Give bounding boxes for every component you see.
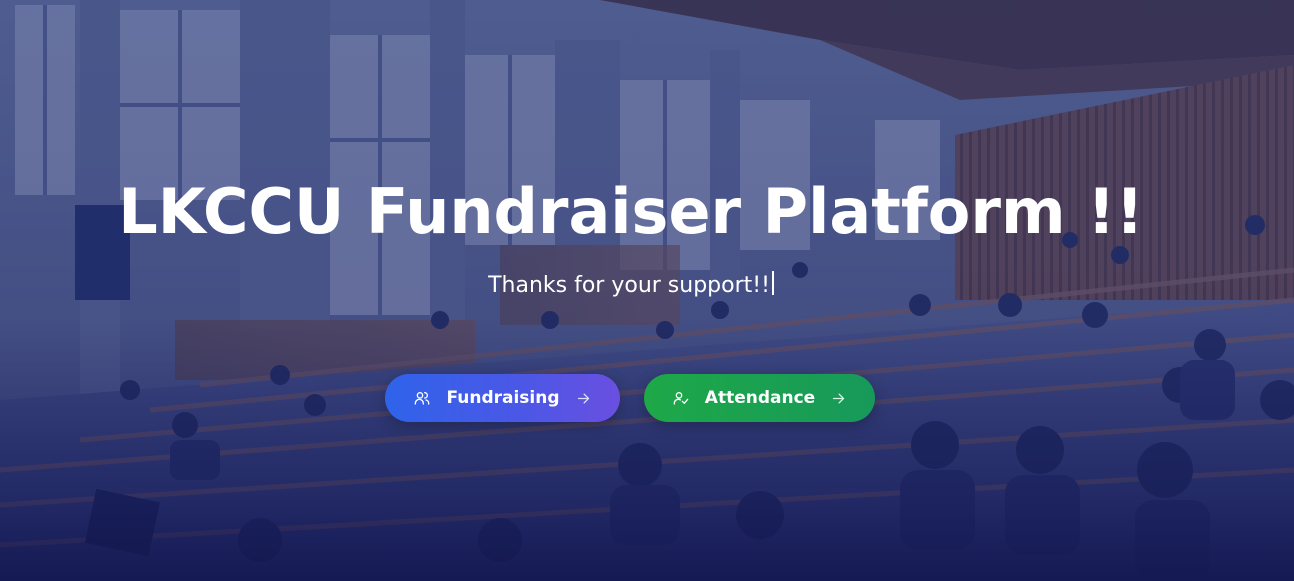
typing-cursor <box>771 271 774 295</box>
users-icon <box>414 390 430 406</box>
attendance-button[interactable]: Attendance <box>644 374 875 422</box>
fundraising-button[interactable]: Fundraising <box>385 374 620 422</box>
hero-content: LKCCU Fundraiser Platform !! Thanks for … <box>0 0 1294 581</box>
hero-subtitle: Thanks for your support!! <box>0 270 1262 302</box>
arrow-right-icon <box>576 391 591 406</box>
hero-section: LKCCU Fundraiser Platform !! Thanks for … <box>0 0 1294 581</box>
attendance-button-label: Attendance <box>704 388 816 408</box>
page-title: LKCCU Fundraiser Platform !! <box>118 175 1144 248</box>
subtitle-text: Thanks for your support!! <box>488 273 770 298</box>
fundraising-button-label: Fundraising <box>446 388 560 408</box>
arrow-right-icon <box>831 391 846 406</box>
user-check-icon <box>673 390 689 406</box>
